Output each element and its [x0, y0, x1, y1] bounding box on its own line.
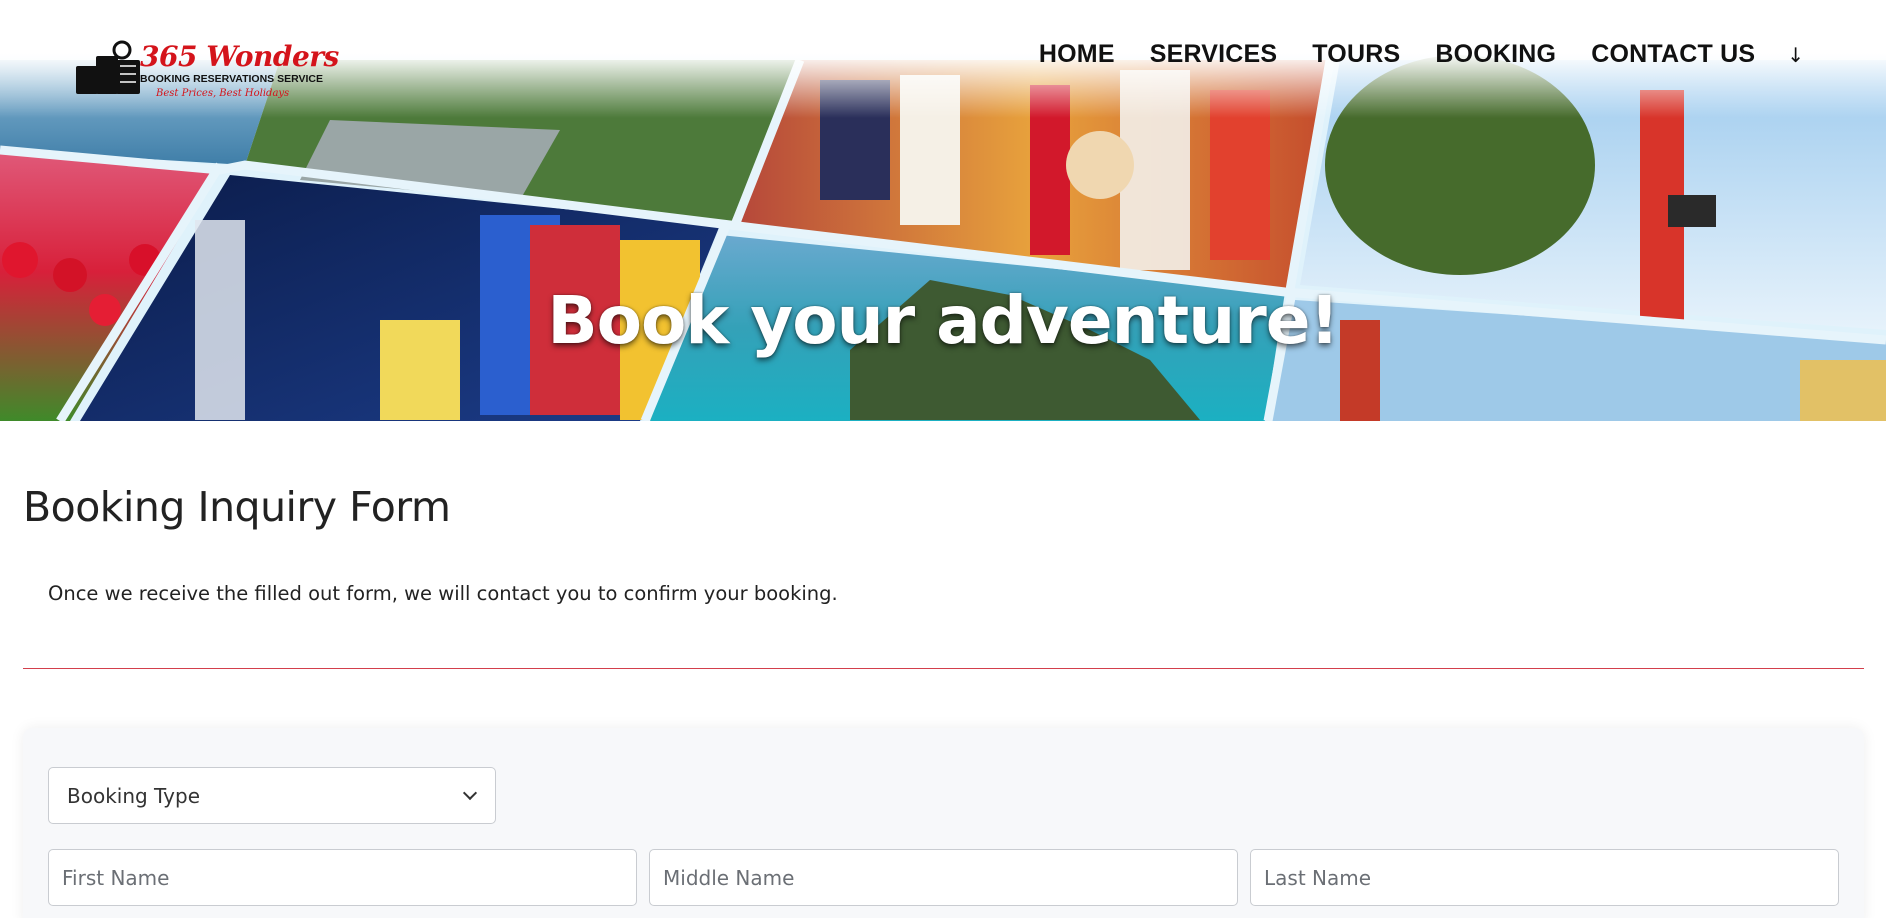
luggage-icon — [76, 40, 140, 94]
logo-brand: 365 Wonders — [140, 40, 339, 73]
logo-subtitle: BOOKING RESERVATIONS SERVICE — [140, 73, 324, 85]
section-divider — [23, 668, 1864, 669]
nav-booking[interactable]: BOOKING — [1435, 40, 1556, 69]
site-logo[interactable]: 365 Wonders BOOKING RESERVATIONS SERVICE… — [74, 36, 339, 104]
nav-home[interactable]: HOME — [1039, 40, 1115, 69]
form-intro-text: Once we receive the filled out form, we … — [48, 582, 838, 605]
arrow-down-icon[interactable]: ↓ — [1787, 43, 1804, 67]
main-nav: HOME SERVICES TOURS BOOKING CONTACT US ↓ — [1004, 40, 1804, 69]
booking-type-select[interactable]: Booking Type — [48, 767, 496, 824]
hero-title: Book your adventure! — [547, 282, 1339, 359]
booking-type-value: Booking Type — [67, 783, 200, 808]
last-name-field[interactable] — [1250, 849, 1839, 906]
nav-contact-us[interactable]: CONTACT US — [1591, 40, 1755, 69]
middle-name-field[interactable] — [649, 849, 1238, 906]
page-title: Booking Inquiry Form — [23, 483, 451, 531]
first-name-field[interactable] — [48, 849, 637, 906]
logo-tagline: Best Prices, Best Holidays — [156, 88, 290, 99]
nav-tours[interactable]: TOURS — [1312, 40, 1400, 69]
nav-services[interactable]: SERVICES — [1150, 40, 1278, 69]
chevron-down-icon — [462, 785, 478, 800]
